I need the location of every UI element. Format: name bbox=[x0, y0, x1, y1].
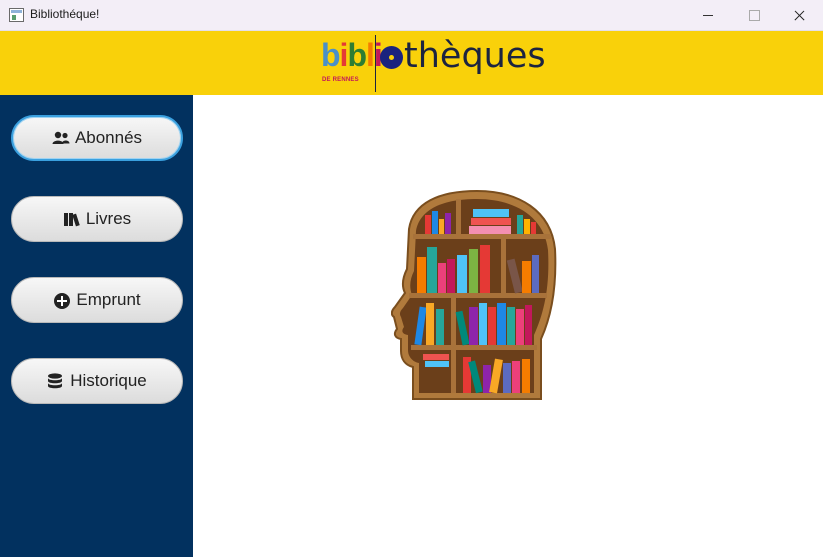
database-icon bbox=[47, 373, 65, 389]
logo-subtitle: DE RENNES bbox=[322, 77, 359, 83]
nav-button-emprunt[interactable]: Emprunt bbox=[11, 277, 183, 323]
bibliotheques-logo: bibli DE RENNES thèques bbox=[318, 35, 548, 92]
logo-letter: b bbox=[321, 37, 341, 73]
logo-divider bbox=[375, 35, 376, 92]
logo-letter: i bbox=[339, 37, 349, 73]
logo-theques-rest: thèques bbox=[404, 36, 546, 76]
logo-o-icon bbox=[380, 46, 403, 69]
minimize-button[interactable] bbox=[685, 0, 731, 31]
nav-label: Livres bbox=[85, 209, 132, 228]
title-bar: Bibliothéque! bbox=[0, 0, 823, 31]
nav-button-historique[interactable]: Historique bbox=[11, 358, 183, 404]
plus-circle-icon bbox=[53, 292, 71, 309]
head-bookshelf-illustration bbox=[390, 189, 561, 401]
logo-letter: b bbox=[347, 37, 367, 73]
window-title: Bibliothéque! bbox=[30, 7, 100, 21]
sidebar: Abonnés Livres Emprunt Historique bbox=[0, 95, 193, 557]
logo-biblio-text: bibli bbox=[321, 35, 383, 75]
nav-button-livres[interactable]: Livres bbox=[11, 196, 183, 242]
maximize-button[interactable] bbox=[731, 0, 777, 31]
nav-label: Historique bbox=[70, 371, 147, 390]
logo-letter: l bbox=[365, 37, 375, 73]
main-content bbox=[193, 95, 823, 557]
logo-theques-text: thèques bbox=[380, 36, 546, 76]
close-button[interactable] bbox=[777, 0, 823, 31]
nav-button-abonnes[interactable]: Abonnés bbox=[11, 115, 183, 161]
header-banner: bibli DE RENNES thèques bbox=[0, 31, 823, 95]
nav-label: Emprunt bbox=[76, 290, 141, 309]
users-icon bbox=[52, 130, 70, 146]
nav-label: Abonnés bbox=[74, 128, 143, 147]
books-icon bbox=[63, 211, 81, 227]
app-icon bbox=[9, 8, 24, 22]
